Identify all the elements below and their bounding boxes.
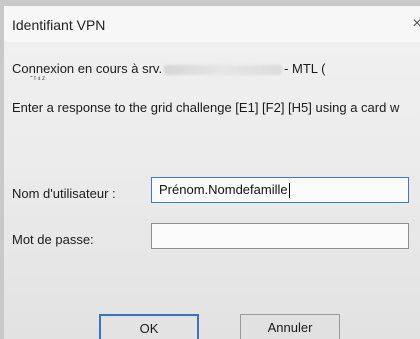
username-label: Nom d'utilisateur : bbox=[12, 186, 116, 201]
connection-suffix: - MTL ( bbox=[284, 61, 326, 76]
username-value: Prénom.Nomdefamille bbox=[159, 182, 288, 197]
text-caret bbox=[288, 183, 290, 199]
window-title: Identifiant VPN bbox=[12, 17, 106, 33]
username-input[interactable]: Prénom.Nomdefamille bbox=[151, 177, 409, 203]
grid-challenge-text: Enter a response to the grid challenge [… bbox=[12, 100, 400, 115]
title-bar[interactable]: Identifiant VPN × bbox=[4, 6, 420, 42]
clipped-text-fragment: ˉᶠ⁴ᶻ ˙ ˙ ˎ bbox=[30, 76, 69, 82]
connection-status: Connexion en cours à srv. - MTL ( bbox=[12, 61, 325, 76]
password-input[interactable] bbox=[151, 223, 409, 249]
ok-button[interactable]: OK bbox=[99, 314, 199, 339]
password-label: Mot de passe: bbox=[12, 232, 94, 247]
redacted-server-name bbox=[164, 64, 283, 75]
close-icon[interactable]: × bbox=[408, 15, 420, 33]
cancel-button[interactable]: Annuler bbox=[240, 314, 340, 339]
connection-prefix: Connexion en cours à srv. bbox=[12, 61, 163, 76]
vpn-dialog: Identifiant VPN × Connexion en cours à s… bbox=[4, 6, 420, 339]
